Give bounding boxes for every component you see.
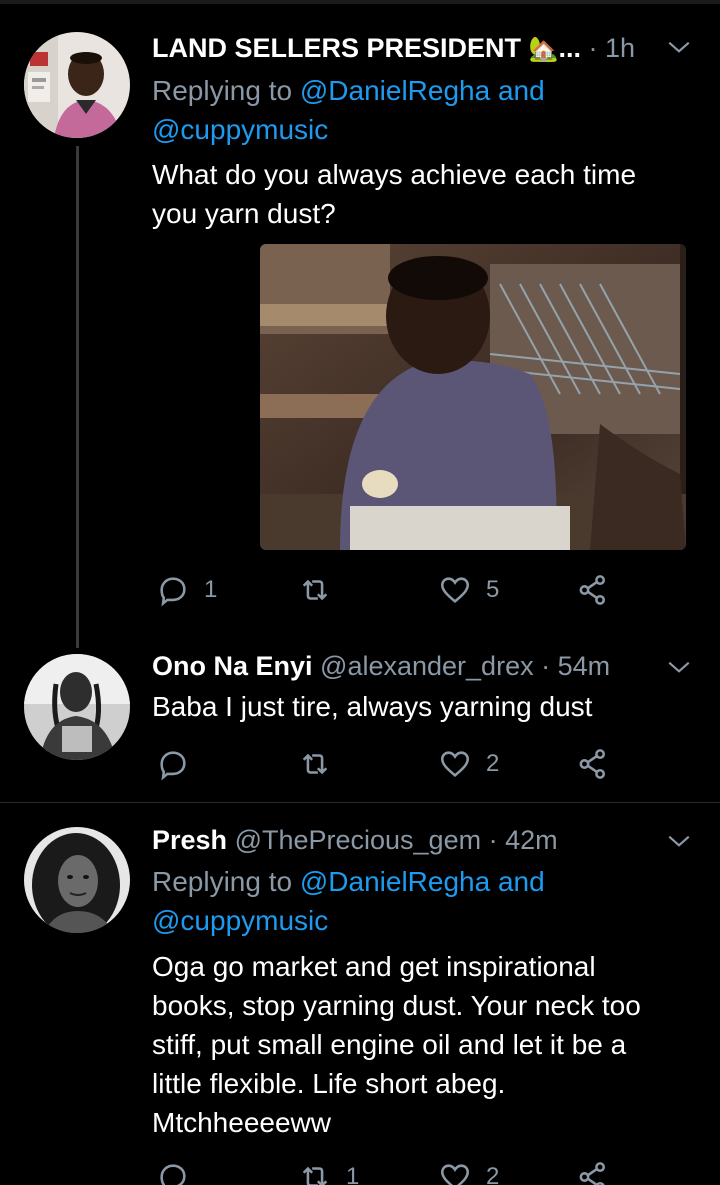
retweet-icon [302, 579, 328, 601]
replying-to-line2: @cuppymusic [152, 901, 328, 940]
timestamp[interactable]: 42m [505, 825, 558, 855]
tweet-text-line: little flexible. Life short abeg. [152, 1068, 506, 1099]
retweet-icon [302, 753, 328, 775]
like-button[interactable]: 5 [438, 570, 499, 610]
share-button[interactable] [576, 744, 610, 784]
avatar-presh[interactable] [24, 827, 130, 933]
tweet-ono-na-enyi[interactable]: Ono Na Enyi @alexander_drex · 54m Baba I… [0, 640, 720, 802]
share-icon [579, 749, 606, 779]
like-count: 5 [486, 576, 500, 603]
reply-button[interactable] [156, 744, 204, 784]
share-button[interactable] [576, 1157, 610, 1185]
like-button[interactable]: 2 [438, 744, 499, 784]
separator: · [541, 651, 551, 681]
retweet-button[interactable]: 1 [298, 1157, 359, 1185]
display-name[interactable]: Presh [152, 825, 227, 855]
mention-link[interactable]: @cuppymusic [152, 114, 328, 145]
reply-icon [160, 751, 186, 781]
heart-icon [440, 751, 470, 777]
replying-to-label: Replying to [152, 75, 293, 106]
timestamp[interactable]: 54m [558, 651, 611, 681]
reply-icon [160, 577, 186, 607]
replying-to: Replying to @DanielRegha and [152, 862, 545, 901]
tweet-text-line: What do you always achieve each time [152, 159, 637, 190]
heart-icon [440, 577, 470, 603]
tweet-text: Baba I just tire, always yarning dust [152, 687, 680, 726]
tweet-land-sellers[interactable]: LAND SELLERS PRESIDENT 🏡... · 1h Replyin… [0, 0, 720, 648]
tweet-text-line: Oga go market and get inspirational [152, 951, 596, 982]
retweet-button[interactable] [298, 744, 346, 784]
heart-icon [440, 1164, 470, 1185]
reply-button[interactable] [156, 1157, 204, 1185]
chevron-down-icon[interactable] [666, 828, 692, 854]
replying-to-label: Replying to [152, 866, 293, 897]
avatar-land-sellers[interactable] [24, 32, 130, 138]
tweet-text-line: you yarn dust? [152, 198, 336, 229]
timestamp[interactable]: 1h [605, 33, 635, 63]
tweet-text: Oga go market and get inspirational book… [152, 947, 680, 1142]
thread-connector [76, 146, 79, 648]
mention-link[interactable]: @DanielRegha and [300, 75, 545, 106]
share-icon [579, 1162, 606, 1185]
handle[interactable]: @ThePrecious_gem [235, 825, 482, 855]
display-name[interactable]: LAND SELLERS PRESIDENT [152, 33, 521, 63]
tweet-actions: 1 2 [152, 1157, 622, 1185]
retweet-icon [302, 1166, 328, 1185]
house-emoji-icon: 🏡 [528, 36, 559, 63]
mention-link[interactable]: @DanielRegha and [300, 866, 545, 897]
reply-button[interactable]: 1 [156, 570, 217, 610]
like-count: 2 [486, 750, 500, 777]
avatar-ono-na-enyi[interactable] [24, 654, 130, 760]
share-button[interactable] [576, 570, 610, 610]
tweet-text-line: Mtchheeeeww [152, 1107, 331, 1138]
tweet-actions: 2 [152, 744, 622, 784]
tweet-image[interactable] [260, 244, 686, 550]
like-count: 2 [486, 1163, 500, 1185]
mention-link[interactable]: @cuppymusic [152, 905, 328, 936]
chevron-down-icon[interactable] [666, 34, 692, 60]
tweet-text: What do you always achieve each time you… [152, 155, 680, 233]
replying-to: Replying to @DanielRegha and [152, 71, 545, 110]
tweet-actions: 1 5 [152, 570, 622, 610]
tweet-presh[interactable]: Presh @ThePrecious_gem · 42m Replying to… [0, 803, 720, 1185]
tweet-text-line: stiff, put small engine oil and let it b… [152, 1029, 627, 1060]
thread-screen: LAND SELLERS PRESIDENT 🏡... · 1h Replyin… [0, 0, 720, 1185]
retweet-count: 1 [346, 1163, 360, 1185]
handle[interactable]: @alexander_drex [320, 651, 534, 681]
tweet-text-line: Baba I just tire, always yarning dust [152, 691, 593, 722]
tweet-header: Ono Na Enyi @alexander_drex · 54m [152, 648, 690, 684]
tweet-text-line: books, stop yarning dust. Your neck too [152, 990, 641, 1021]
tweet-header: LAND SELLERS PRESIDENT 🏡... · 1h [152, 30, 690, 68]
reply-icon [160, 1164, 186, 1185]
retweet-button[interactable] [298, 570, 346, 610]
replying-to-line2: @cuppymusic [152, 110, 328, 149]
display-name[interactable]: Ono Na Enyi [152, 651, 313, 681]
share-icon [579, 575, 606, 605]
chevron-down-icon[interactable] [666, 654, 692, 680]
like-button[interactable]: 2 [438, 1157, 499, 1185]
separator: · [488, 825, 498, 855]
separator: · [588, 33, 598, 63]
reply-count: 1 [204, 576, 218, 603]
tweet-header: Presh @ThePrecious_gem · 42m [152, 822, 690, 858]
name-truncation: ... [558, 33, 581, 63]
